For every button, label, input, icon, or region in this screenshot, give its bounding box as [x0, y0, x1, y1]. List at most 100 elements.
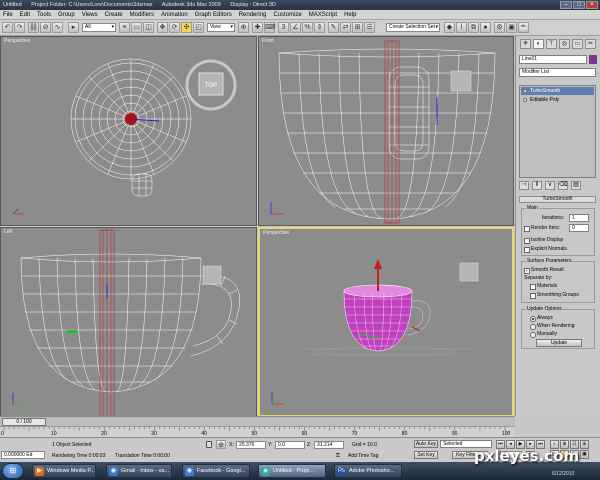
- viewcube-icon[interactable]: [459, 262, 479, 282]
- menu-modifiers[interactable]: Modifiers: [130, 12, 154, 18]
- curve-editor-icon[interactable]: ⌇: [456, 22, 467, 33]
- quick-render-icon[interactable]: ☕: [518, 22, 529, 33]
- manually-radio[interactable]: Manually: [530, 331, 557, 338]
- lightbulb-icon[interactable]: [523, 89, 527, 93]
- smooth-result-checkbox[interactable]: Smooth Result: [524, 267, 564, 274]
- menu-tools[interactable]: Tools: [37, 12, 51, 18]
- select-by-name-icon[interactable]: ≡: [119, 22, 130, 33]
- select-rotate-icon[interactable]: ⟳: [169, 22, 180, 33]
- start-button-icon[interactable]: ⊞: [2, 463, 24, 479]
- menu-graph-editors[interactable]: Graph Editors: [195, 12, 232, 18]
- turbosmooth-rollout-header[interactable]: TurboSmooth: [519, 196, 596, 203]
- manipulate-icon[interactable]: ✚: [252, 22, 263, 33]
- menu-create[interactable]: Create: [105, 12, 123, 18]
- select-object-icon[interactable]: ▸: [68, 22, 79, 33]
- viewport-bottom-right[interactable]: Perspective: [258, 227, 514, 417]
- mirror-icon[interactable]: ⇄: [340, 22, 351, 33]
- coord-y-field[interactable]: 0.0: [275, 441, 305, 449]
- taskbar-item-3dsmax[interactable]: ◈ Untitled - Proje...: [258, 464, 326, 478]
- rendered-frame-icon[interactable]: ▣: [506, 22, 517, 33]
- always-radio[interactable]: Always: [530, 315, 553, 322]
- reference-coordinate-dropdown[interactable]: View: [207, 23, 235, 32]
- viewcube-face-label[interactable]: TOP: [205, 83, 217, 89]
- menu-maxscript[interactable]: MAXScript: [309, 12, 337, 18]
- menu-views[interactable]: Views: [82, 12, 98, 18]
- schematic-view-icon[interactable]: ⧉: [468, 22, 479, 33]
- coord-x-field[interactable]: 20.376: [236, 441, 266, 449]
- object-name-field[interactable]: Line01: [519, 55, 587, 64]
- minimize-icon[interactable]: –: [560, 1, 572, 9]
- taskbar-item-facebook[interactable]: ◉ Facebook - Googl...: [182, 464, 250, 478]
- selection-filter-dropdown[interactable]: All: [82, 23, 116, 32]
- maximize-viewport-icon[interactable]: ▣: [580, 450, 589, 459]
- explicit-normals-checkbox[interactable]: Explicit Normals: [524, 246, 567, 253]
- hierarchy-tab-icon[interactable]: ⊤: [546, 39, 557, 49]
- viewport-top-left[interactable]: Perspective TOP: [0, 36, 257, 226]
- modifier-list-dropdown[interactable]: Modifier List: [519, 68, 596, 77]
- materials-checkbox[interactable]: Materials: [530, 283, 557, 290]
- pin-stack-icon[interactable]: ⊣: [519, 181, 529, 190]
- zoom-extents-all-icon[interactable]: ⊞: [580, 440, 589, 449]
- utilities-tab-icon[interactable]: ✂: [585, 39, 596, 49]
- create-tab-icon[interactable]: ✳: [520, 39, 531, 49]
- render-iters-checkbox[interactable]: Render Iters:: [524, 225, 560, 232]
- modify-tab-icon[interactable]: ◐: [533, 39, 544, 49]
- make-unique-icon[interactable]: ∨: [545, 181, 555, 190]
- edit-named-selection-icon[interactable]: ✎: [328, 22, 339, 33]
- remove-modifier-icon[interactable]: ⌫: [558, 181, 568, 190]
- menu-help[interactable]: Help: [344, 12, 356, 18]
- keyboard-shortcut-icon[interactable]: ⌨: [264, 22, 275, 33]
- menu-customize[interactable]: Customize: [273, 12, 301, 18]
- layer-manager-icon[interactable]: ☰: [364, 22, 375, 33]
- undo-icon[interactable]: ↶: [2, 22, 13, 33]
- menu-group[interactable]: Group: [58, 12, 75, 18]
- viewcube-icon[interactable]: [202, 265, 222, 285]
- smoothing-groups-checkbox[interactable]: Smoothing Groups: [530, 292, 579, 299]
- display-tab-icon[interactable]: ▭: [572, 39, 583, 49]
- align-icon[interactable]: ⊞: [352, 22, 363, 33]
- show-end-result-icon[interactable]: ‖: [532, 181, 542, 190]
- time-slider-thumb[interactable]: 0 / 100: [2, 418, 46, 426]
- named-selection-sets[interactable]: Create Selection Set: [386, 23, 440, 32]
- bind-space-warp-icon[interactable]: ∿: [52, 22, 63, 33]
- configure-sets-icon[interactable]: ▤: [571, 181, 581, 190]
- pivot-center-icon[interactable]: ⊕: [238, 22, 249, 33]
- render-setup-icon[interactable]: ⚙: [494, 22, 505, 33]
- close-icon[interactable]: ×: [586, 1, 598, 9]
- isoline-display-checkbox[interactable]: Isoline Display: [524, 237, 563, 244]
- taskbar-item-media-player[interactable]: ▶ Windows Media P...: [32, 464, 96, 478]
- angle-snap-icon[interactable]: ∠: [290, 22, 301, 33]
- graphite-tools-icon[interactable]: ◆: [444, 22, 455, 33]
- viewport-bottom-left[interactable]: Left: [0, 227, 257, 417]
- stack-item-editable-poly[interactable]: Editable Poly: [521, 96, 594, 104]
- maxscript-listener[interactable]: 0.000000 Ed: [1, 451, 45, 459]
- select-scale-icon[interactable]: ✣: [181, 22, 192, 33]
- taskbar-item-gmail[interactable]: ◉ Gmail - Inbox - va...: [106, 464, 172, 478]
- taskbar-item-photoshop[interactable]: Ps Adobe Photosho...: [334, 464, 402, 478]
- object-color-swatch[interactable]: [589, 55, 597, 64]
- motion-tab-icon[interactable]: ◎: [559, 39, 570, 49]
- unlink-icon[interactable]: ⊘: [40, 22, 51, 33]
- select-link-icon[interactable]: ⛓: [28, 22, 39, 33]
- menu-edit[interactable]: Edit: [20, 12, 30, 18]
- redo-icon[interactable]: ↷: [14, 22, 25, 33]
- material-editor-icon[interactable]: ●: [480, 22, 491, 33]
- track-bar[interactable]: 0 10 20 30 40 50 60 70 80 90 100: [0, 426, 515, 437]
- window-crossing-icon[interactable]: ◫: [143, 22, 154, 33]
- iterations-spinner[interactable]: 1: [569, 214, 589, 222]
- menu-animation[interactable]: Animation: [161, 12, 188, 18]
- update-button[interactable]: Update: [536, 339, 582, 347]
- menu-rendering[interactable]: Rendering: [239, 12, 267, 18]
- menu-file[interactable]: File: [3, 12, 13, 18]
- region-select-icon[interactable]: ▭: [131, 22, 142, 33]
- time-slider[interactable]: 0 / 100: [0, 416, 515, 426]
- percent-snap-icon[interactable]: %: [302, 22, 313, 33]
- expand-icon[interactable]: [523, 98, 527, 102]
- render-iters-spinner[interactable]: 0: [569, 224, 589, 232]
- maximize-icon[interactable]: □: [573, 1, 585, 9]
- scale-mode-icon[interactable]: ◰: [193, 22, 204, 33]
- stack-item-turbosmooth[interactable]: TurboSmooth: [521, 87, 594, 95]
- add-time-tag[interactable]: Add Time Tag: [348, 453, 378, 459]
- selection-lock-icon[interactable]: [206, 441, 212, 448]
- when-rendering-radio[interactable]: When Rendering: [530, 323, 575, 330]
